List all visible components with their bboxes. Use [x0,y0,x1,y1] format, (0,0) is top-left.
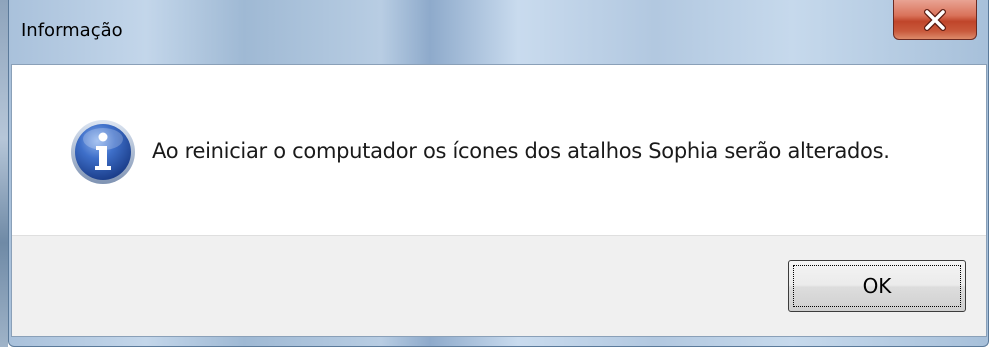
ok-button-label: OK [862,274,892,298]
dialog-body: Ao reiniciar o computador os ícones dos … [11,64,987,337]
information-icon [71,120,135,184]
title-bar[interactable]: Informação [9,0,988,64]
dialog-title: Informação [21,20,123,41]
button-bar: OK [12,235,986,336]
close-icon [924,8,946,31]
message-text: Ao reiniciar o computador os ícones dos … [152,139,890,163]
message-area: Ao reiniciar o computador os ícones dos … [12,65,986,235]
dialog-window: Informação Ao reiniciar o computador os … [8,0,989,347]
close-button[interactable] [893,0,977,40]
ok-button[interactable]: OK [788,260,966,312]
ok-button-focus-rect: OK [793,265,961,307]
background-window-edge [0,0,8,347]
